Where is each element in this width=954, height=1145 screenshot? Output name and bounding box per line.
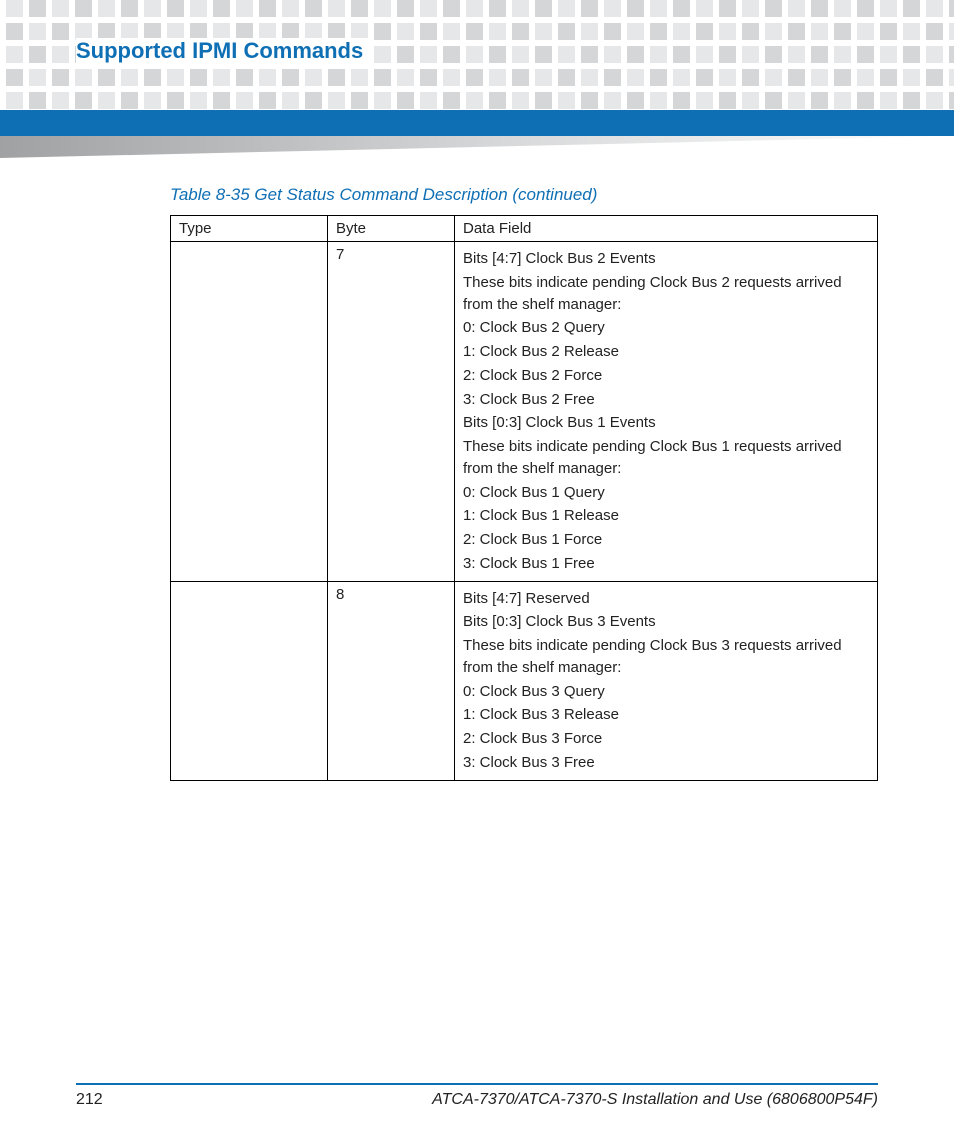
cell-data: Bits [4:7] ReservedBits [0:3] Clock Bus … xyxy=(455,581,878,780)
doc-title: ATCA-7370/ATCA-7370-S Installation and U… xyxy=(432,1091,878,1109)
data-line: 0: Clock Bus 3 Query xyxy=(463,681,869,703)
data-line: 0: Clock Bus 2 Query xyxy=(463,317,869,339)
data-line: Bits [4:7] Clock Bus 2 Events xyxy=(463,248,869,270)
table-header-row: Type Byte Data Field xyxy=(171,216,878,242)
data-line: 0: Clock Bus 1 Query xyxy=(463,482,869,504)
page-title-wrap: Supported IPMI Commands xyxy=(76,38,371,64)
cell-type xyxy=(171,242,328,582)
table-row: 7Bits [4:7] Clock Bus 2 EventsThese bits… xyxy=(171,242,878,582)
data-line: 2: Clock Bus 1 Force xyxy=(463,529,869,551)
page-number: 212 xyxy=(76,1091,103,1109)
data-line: Bits [4:7] Reserved xyxy=(463,588,869,610)
page-title: Supported IPMI Commands xyxy=(76,38,363,63)
data-line: 3: Clock Bus 1 Free xyxy=(463,553,869,575)
page-footer: 212 ATCA-7370/ATCA-7370-S Installation a… xyxy=(76,1083,878,1109)
data-line: 2: Clock Bus 2 Force xyxy=(463,365,869,387)
cell-byte: 7 xyxy=(328,242,455,582)
data-line: Bits [0:3] Clock Bus 1 Events xyxy=(463,412,869,434)
cell-type xyxy=(171,581,328,780)
data-line: 3: Clock Bus 2 Free xyxy=(463,389,869,411)
col-header-byte: Byte xyxy=(328,216,455,242)
data-line: 2: Clock Bus 3 Force xyxy=(463,728,869,750)
ipmi-status-table: Type Byte Data Field 7Bits [4:7] Clock B… xyxy=(170,215,878,781)
data-line: 1: Clock Bus 1 Release xyxy=(463,505,869,527)
cell-data: Bits [4:7] Clock Bus 2 EventsThese bits … xyxy=(455,242,878,582)
header-gradient-wedge xyxy=(0,136,954,158)
cell-byte: 8 xyxy=(328,581,455,780)
data-line: These bits indicate pending Clock Bus 2 … xyxy=(463,272,869,316)
data-line: These bits indicate pending Clock Bus 1 … xyxy=(463,436,869,480)
data-line: 1: Clock Bus 2 Release xyxy=(463,341,869,363)
data-line: These bits indicate pending Clock Bus 3 … xyxy=(463,635,869,679)
table-row: 8Bits [4:7] ReservedBits [0:3] Clock Bus… xyxy=(171,581,878,780)
data-line: 3: Clock Bus 3 Free xyxy=(463,752,869,774)
data-line: Bits [0:3] Clock Bus 3 Events xyxy=(463,611,869,633)
col-header-type: Type xyxy=(171,216,328,242)
header-blue-bar xyxy=(0,110,954,136)
table-caption: Table 8-35 Get Status Command Descriptio… xyxy=(170,185,878,205)
data-line: 1: Clock Bus 3 Release xyxy=(463,704,869,726)
col-header-data: Data Field xyxy=(455,216,878,242)
